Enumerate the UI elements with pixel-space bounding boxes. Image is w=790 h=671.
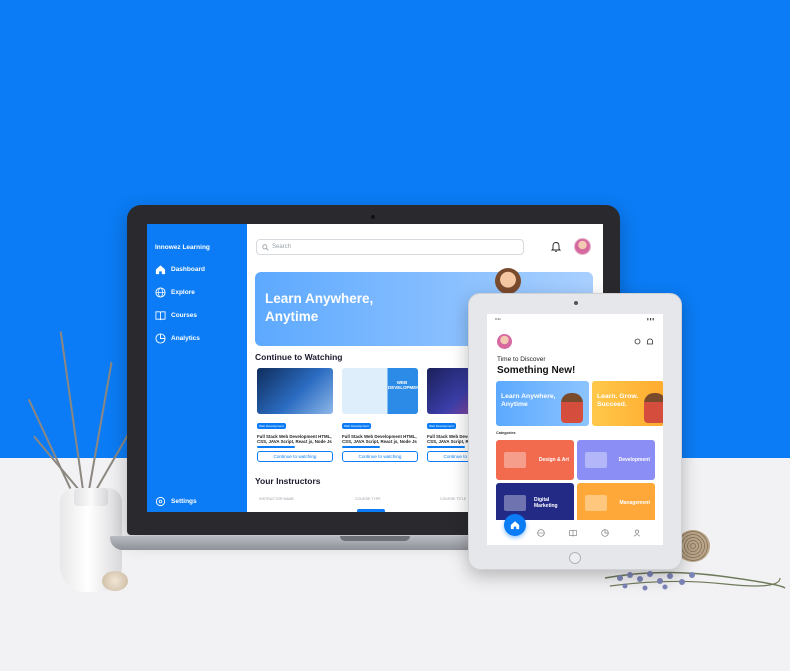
category-label: Digital Marketing <box>534 497 558 509</box>
column-header: COURSE TYPE <box>355 497 381 501</box>
categories-label: Categories <box>496 431 516 435</box>
sidebar-item-courses[interactable]: Courses <box>155 310 197 321</box>
promo-banner[interactable]: Learn Anywhere, Anytime <box>496 381 589 426</box>
promo-banner-text: Learn Anywhere, Anytime <box>501 393 556 408</box>
pie-chart-icon[interactable] <box>601 529 609 537</box>
category-illustration <box>504 452 526 468</box>
vase-neck <box>74 488 108 506</box>
category-illustration <box>585 495 607 511</box>
category-management[interactable]: Management <box>577 483 655 523</box>
shell-decoration <box>102 571 128 591</box>
promo-banner-text: Learn. Grow. Succeed. <box>597 393 639 408</box>
course-tag: Web Development <box>257 423 286 429</box>
banner-illustration <box>561 393 583 423</box>
laptop-camera <box>371 215 375 219</box>
banner-illustration <box>644 393 663 423</box>
continue-watching-button[interactable]: Continue to watching <box>257 451 333 463</box>
sidebar-item-label: Analytics <box>171 335 200 342</box>
nav-home-button[interactable] <box>504 514 526 536</box>
category-design-art[interactable]: Design & Art <box>496 440 574 480</box>
category-illustration <box>585 452 607 468</box>
course-thumbnail: WEB DEVELOPMENT <box>342 368 423 414</box>
continue-watching-title: Continue to Watching <box>255 352 343 362</box>
globe-icon <box>155 287 166 298</box>
course-progress <box>342 446 380 449</box>
sidebar-item-label: Courses <box>171 312 198 319</box>
bell-icon[interactable] <box>551 241 561 252</box>
course-title: Full Stack Web Development HTML, CSS, JA… <box>342 434 417 445</box>
course-card[interactable]: WEB DEVELOPMENT Web Development Full Sta… <box>342 368 422 470</box>
sidebar-item-dashboard[interactable]: Dashboard <box>155 264 205 275</box>
tablet-camera <box>574 301 578 305</box>
book-icon <box>155 310 166 321</box>
search-placeholder: Search <box>272 244 292 250</box>
avatar[interactable] <box>574 238 591 255</box>
status-icons: ▮▮▮ <box>647 317 655 321</box>
hero-illustration <box>495 268 521 294</box>
course-type-badge <box>357 509 385 512</box>
course-card[interactable]: Web Development Full Stack Web Developme… <box>257 368 337 470</box>
pie-chart-icon <box>155 333 166 344</box>
course-progress <box>427 446 465 449</box>
sidebar-item-label: Explore <box>171 289 195 296</box>
category-development[interactable]: Development <box>577 440 655 480</box>
category-illustration <box>504 495 526 511</box>
user-icon[interactable] <box>633 529 641 537</box>
thumbnail-text: WEB DEVELOPMENT <box>388 380 423 390</box>
tablet-home-button[interactable] <box>569 552 581 564</box>
category-label: Management <box>619 500 650 506</box>
bell-icon[interactable] <box>646 338 654 346</box>
greeting-text: Time to Discover <box>497 356 546 363</box>
column-header: COURSE TITLE <box>440 497 467 501</box>
search-icon[interactable] <box>634 338 642 346</box>
hero-title: Learn Anywhere, Anytime <box>265 291 374 324</box>
promo-banner[interactable]: Learn. Grow. Succeed. <box>592 381 663 426</box>
sidebar-item-analytics[interactable]: Analytics <box>155 333 200 344</box>
book-icon[interactable] <box>569 529 577 537</box>
sidebar: Innowez Learning Dashboard Explore Cours… <box>147 224 247 512</box>
course-title: Full Stack Web Development HTML, CSS, JA… <box>257 434 332 445</box>
sidebar-item-label: Settings <box>171 498 197 505</box>
column-header: INSTRUCTOR NAME <box>259 497 294 501</box>
sidebar-item-label: Dashboard <box>171 266 205 273</box>
category-label: Design & Art <box>538 457 569 463</box>
globe-icon[interactable] <box>537 529 545 537</box>
category-label: Development <box>618 457 650 463</box>
status-time: 9:41 <box>495 317 501 321</box>
continue-watching-button[interactable]: Continue to watching <box>342 451 418 463</box>
avatar[interactable] <box>497 334 512 349</box>
home-icon <box>510 521 520 530</box>
sidebar-item-explore[interactable]: Explore <box>155 287 195 298</box>
home-icon <box>155 264 166 275</box>
instructors-title: Your Instructors <box>255 476 321 486</box>
gear-icon <box>155 496 166 507</box>
course-tag: Web Development <box>427 423 456 429</box>
sidebar-item-settings[interactable]: Settings <box>155 496 197 507</box>
page-title: Something New! <box>497 365 576 376</box>
course-progress <box>257 446 295 449</box>
mobile-app-screen: 9:41 ▮▮▮ Time to Discover Something New!… <box>487 314 663 545</box>
search-icon <box>262 243 269 251</box>
search-input[interactable]: Search <box>256 239 524 255</box>
laptop-notch <box>340 536 410 541</box>
course-tag: Web Development <box>342 423 371 429</box>
course-thumbnail <box>257 368 333 414</box>
brand-name: Innowez Learning <box>155 244 210 251</box>
